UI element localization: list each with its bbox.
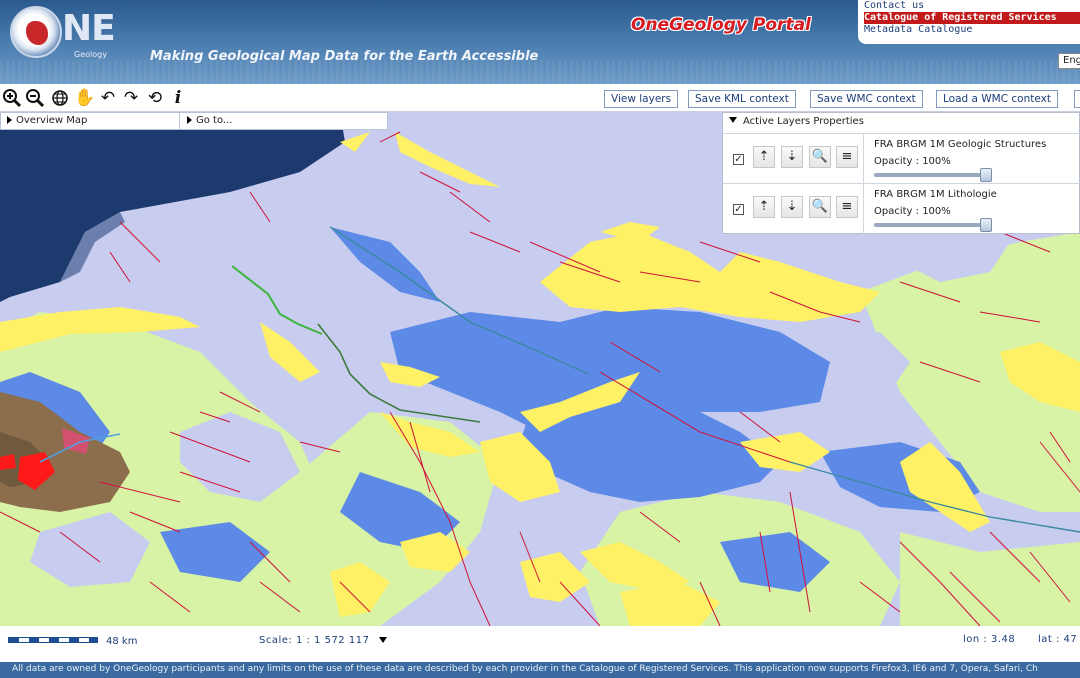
undo-icon[interactable]: ↶ bbox=[98, 88, 118, 108]
layer-row: ✓ ⇡ ⇣ 🔍 ≡ FRA BRGM 1M Geologic Structure… bbox=[723, 133, 1080, 184]
active-layers-title: Active Layers Properties bbox=[743, 116, 864, 127]
scale-ratio: Scale: 1 : 1 572 117 bbox=[259, 635, 370, 646]
active-layers-header[interactable]: Active Layers Properties bbox=[729, 116, 864, 127]
zoom-in-icon[interactable] bbox=[2, 88, 22, 108]
zoom-to-layer-icon[interactable]: 🔍 bbox=[809, 196, 831, 218]
opacity-slider-thumb[interactable] bbox=[980, 168, 992, 182]
active-layers-panel: Active Layers Properties ✓ ⇡ ⇣ 🔍 ≡ FRA B… bbox=[722, 112, 1080, 234]
collapse-arrow-icon bbox=[729, 117, 737, 123]
portal-title: OneGeology Portal bbox=[631, 15, 811, 35]
refresh-icon[interactable]: ⟲ bbox=[145, 88, 165, 108]
footer: All data are owned by OneGeology partici… bbox=[0, 662, 1080, 678]
scale-bar bbox=[8, 637, 98, 643]
pan-hand-icon[interactable]: ✋ bbox=[74, 88, 95, 108]
save-wmc-context-button[interactable]: Save WMC context bbox=[810, 90, 923, 108]
view-layers-button[interactable]: View layers bbox=[604, 90, 679, 108]
layer-visibility-checkbox[interactable]: ✓ bbox=[733, 154, 744, 165]
toolbar-overflow-button[interactable] bbox=[1074, 90, 1080, 108]
layer-opacity-label: Opacity : 100% bbox=[874, 156, 951, 167]
layer-name: FRA BRGM 1M Geologic Structures bbox=[874, 139, 1047, 150]
layer-row: ✓ ⇡ ⇣ 🔍 ≡ FRA BRGM 1M Lithologie Opacity… bbox=[723, 183, 1080, 234]
footer-disclaimer: All data are owned by OneGeology partici… bbox=[12, 664, 1038, 674]
logo-text: NE bbox=[62, 8, 116, 49]
metadata-catalogue-link[interactable]: Metadata Catalogue bbox=[864, 24, 1080, 36]
zoom-out-icon[interactable] bbox=[25, 88, 45, 108]
tagline: Making Geological Map Data for the Earth… bbox=[150, 49, 539, 64]
onegeology-logo-icon[interactable] bbox=[10, 6, 62, 58]
header-links: Contact us Catalogue of Registered Servi… bbox=[858, 0, 1080, 44]
toolbar: ✋ ↶ ↷ ⟲ i View layers Save KML context S… bbox=[0, 84, 1080, 112]
load-wmc-context-button[interactable]: Load a WMC context bbox=[936, 90, 1058, 108]
layer-name: FRA BRGM 1M Lithologie bbox=[874, 189, 997, 200]
expand-arrow-icon bbox=[7, 116, 12, 124]
layer-legend-icon[interactable]: ≡ bbox=[836, 146, 858, 168]
opacity-slider[interactable] bbox=[874, 168, 992, 182]
globe-icon[interactable] bbox=[50, 88, 70, 108]
scale-dropdown-icon[interactable] bbox=[379, 637, 387, 643]
move-layer-up-icon[interactable]: ⇡ bbox=[753, 146, 775, 168]
zoom-to-layer-icon[interactable]: 🔍 bbox=[809, 146, 831, 168]
opacity-slider-thumb[interactable] bbox=[980, 218, 992, 232]
status-bar: 48 km Scale: 1 : 1 572 117 lon : 3.48 la… bbox=[0, 626, 1080, 662]
save-kml-context-button[interactable]: Save KML context bbox=[688, 90, 796, 108]
latitude-readout: lat : 47 bbox=[1038, 634, 1078, 645]
goto-label: Go to... bbox=[196, 115, 233, 126]
longitude-readout: lon : 3.48 bbox=[963, 634, 1016, 645]
opacity-slider[interactable] bbox=[874, 218, 992, 232]
goto-toggle[interactable]: Go to... bbox=[187, 115, 232, 126]
layer-visibility-checkbox[interactable]: ✓ bbox=[733, 204, 744, 215]
overview-goto-bar: Overview Map Go to... bbox=[0, 112, 388, 130]
redo-icon[interactable]: ↷ bbox=[121, 88, 141, 108]
overview-map-toggle[interactable]: Overview Map bbox=[7, 115, 87, 126]
language-select[interactable]: Eng bbox=[1058, 53, 1080, 69]
logo-subtitle: Geology bbox=[74, 50, 107, 59]
layer-legend-icon[interactable]: ≡ bbox=[836, 196, 858, 218]
header: NE Geology Making Geological Map Data fo… bbox=[0, 0, 1080, 84]
expand-arrow-icon bbox=[187, 116, 192, 124]
overview-map-label: Overview Map bbox=[16, 115, 88, 126]
move-layer-down-icon[interactable]: ⇣ bbox=[781, 196, 803, 218]
layer-opacity-label: Opacity : 100% bbox=[874, 206, 951, 217]
info-icon[interactable]: i bbox=[168, 88, 188, 108]
contact-us-link[interactable]: Contact us bbox=[864, 0, 1080, 12]
catalogue-link[interactable]: Catalogue of Registered Services bbox=[864, 12, 1080, 24]
scale-distance: 48 km bbox=[106, 636, 138, 647]
move-layer-down-icon[interactable]: ⇣ bbox=[781, 146, 803, 168]
move-layer-up-icon[interactable]: ⇡ bbox=[753, 196, 775, 218]
